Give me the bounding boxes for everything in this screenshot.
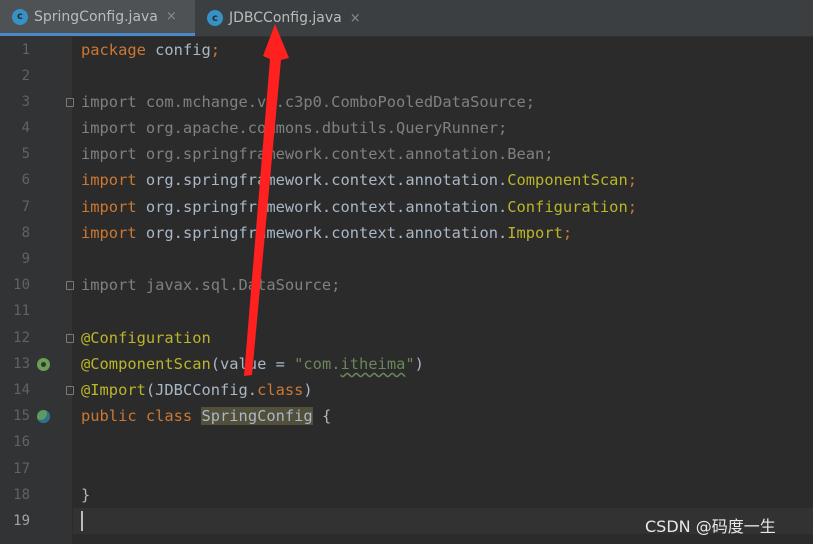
import-class: Import bbox=[507, 224, 563, 242]
semicolon: ; bbox=[627, 198, 637, 216]
import-class: Configuration bbox=[507, 198, 628, 216]
code-line-6: import org.springframework.context.annot… bbox=[81, 167, 637, 193]
code-line-7: import org.springframework.context.annot… bbox=[81, 194, 637, 220]
semicolon: ; bbox=[627, 171, 637, 189]
line-number: 5 bbox=[21, 146, 30, 162]
code-line-14: @Import(JDBCConfig.class) bbox=[81, 377, 313, 403]
paren: ) bbox=[414, 355, 424, 373]
package-name: config bbox=[145, 41, 211, 59]
keyword: public class bbox=[81, 407, 193, 425]
editor-tab-bar: c SpringConfig.java × c JDBCConfig.java … bbox=[0, 0, 813, 37]
semicolon: ; bbox=[210, 41, 221, 59]
close-icon[interactable]: × bbox=[350, 11, 361, 26]
tab-springconfig[interactable]: c SpringConfig.java × bbox=[0, 0, 195, 36]
code-line-4: import org.apache.commons.dbutils.QueryR… bbox=[81, 119, 508, 137]
spring-bean-icon[interactable] bbox=[37, 358, 50, 371]
line-number: 2 bbox=[21, 68, 30, 84]
line-number: 3 bbox=[21, 94, 30, 110]
line-number: 12 bbox=[13, 330, 30, 346]
code-line-13: @ComponentScan(value = "com.itheima") bbox=[81, 351, 424, 377]
code-line-15: public class SpringConfig { bbox=[81, 403, 331, 429]
keyword: class bbox=[257, 381, 304, 399]
code-line-5: import org.springframework.context.annot… bbox=[81, 145, 554, 163]
java-class-icon: c bbox=[207, 10, 223, 26]
code-line-1: package config; bbox=[81, 37, 220, 63]
code-editor[interactable]: package config; import com.mchange.v2.c3… bbox=[73, 37, 813, 544]
import-path: org.springframework.context.annotation. bbox=[136, 198, 508, 216]
code-line-3: import com.mchange.v2.c3p0.ComboPooledDa… bbox=[81, 93, 536, 111]
annotation: @Import bbox=[81, 381, 146, 399]
annotation-args: (JDBCConfig. bbox=[145, 381, 258, 399]
keyword: package bbox=[81, 41, 146, 59]
tab-jdbcconfig[interactable]: c JDBCConfig.java × bbox=[195, 0, 375, 36]
text-caret bbox=[81, 511, 83, 531]
import-class: ComponentScan bbox=[507, 171, 628, 189]
line-number: 16 bbox=[13, 434, 30, 450]
line-number: 4 bbox=[21, 120, 30, 136]
string-literal-typo: itheima bbox=[340, 355, 406, 373]
line-number: 9 bbox=[21, 251, 30, 267]
code-line-10: import javax.sql.DataSource; bbox=[81, 276, 341, 294]
annotation: @ComponentScan bbox=[81, 355, 211, 373]
line-number: 13 bbox=[13, 356, 30, 372]
import-path: org.springframework.context.annotation. bbox=[136, 224, 508, 242]
code-line-18: } bbox=[81, 486, 91, 504]
keyword: import bbox=[81, 224, 137, 242]
line-number: 17 bbox=[13, 461, 30, 477]
code-line-8: import org.springframework.context.annot… bbox=[81, 220, 572, 246]
string-literal: " bbox=[405, 355, 415, 373]
line-number-current: 19 bbox=[13, 513, 30, 529]
line-number: 10 bbox=[13, 277, 30, 293]
keyword: import bbox=[81, 198, 137, 216]
paren: ) bbox=[303, 381, 313, 399]
line-number: 6 bbox=[21, 172, 30, 188]
annotation-args: (value = bbox=[210, 355, 295, 373]
spring-bean-icon[interactable] bbox=[37, 410, 50, 423]
java-class-icon: c bbox=[12, 8, 28, 25]
import-path: org.springframework.context.annotation. bbox=[136, 171, 508, 189]
line-number: 7 bbox=[21, 199, 30, 215]
keyword: import bbox=[81, 171, 137, 189]
close-icon[interactable]: × bbox=[166, 9, 177, 24]
line-number: 1 bbox=[21, 42, 30, 58]
string-literal: "com. bbox=[294, 355, 341, 373]
line-number: 8 bbox=[21, 225, 30, 241]
watermark: CSDN @码度一生 bbox=[645, 517, 776, 536]
line-number: 14 bbox=[13, 382, 30, 398]
line-number: 18 bbox=[13, 487, 30, 503]
line-number: 11 bbox=[13, 303, 30, 319]
line-number: 15 bbox=[13, 408, 30, 424]
line-number-gutter: 1 2 3 4 5 6 7 8 9 10 11 12 13 14 15 16 1… bbox=[0, 37, 74, 544]
semicolon: ; bbox=[562, 224, 573, 242]
tab-label: JDBCConfig.java bbox=[229, 10, 342, 26]
class-name: SpringConfig bbox=[201, 407, 313, 425]
brace: { bbox=[312, 407, 332, 425]
tab-label: SpringConfig.java bbox=[34, 8, 158, 25]
code-line-12: @Configuration bbox=[81, 329, 211, 347]
